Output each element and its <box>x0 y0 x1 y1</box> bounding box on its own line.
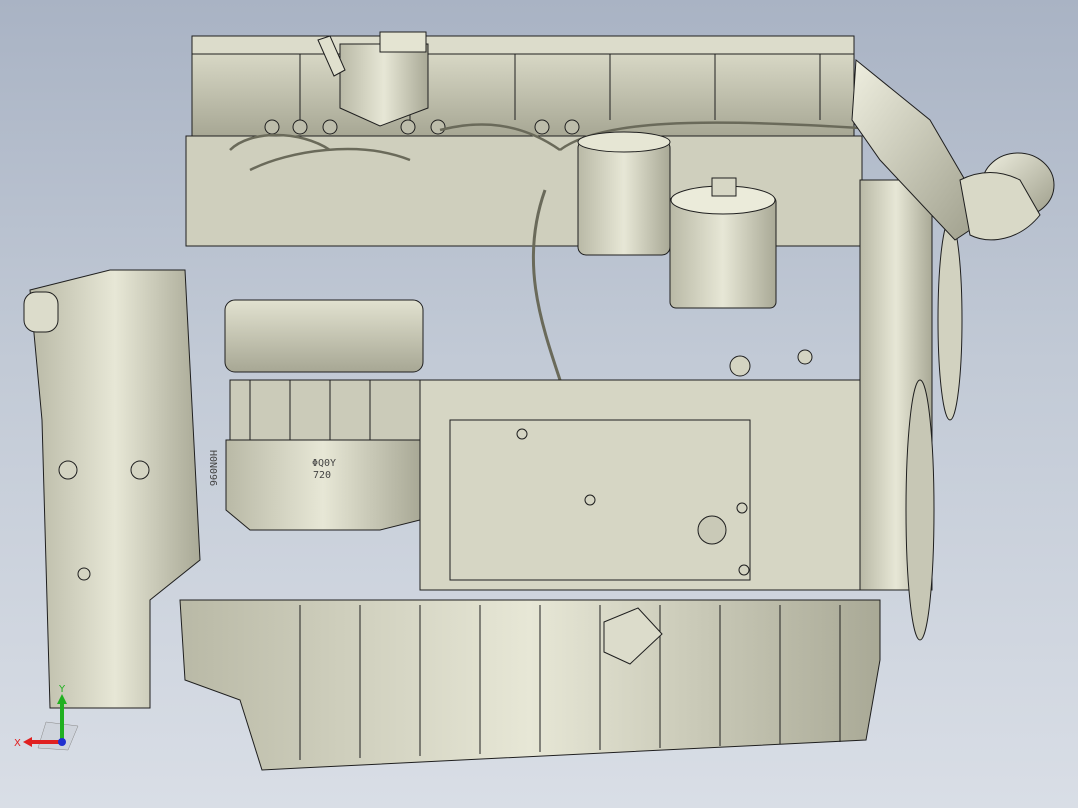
triad-base <box>37 721 79 751</box>
y-axis-head <box>57 694 67 704</box>
housing-boss-3 <box>77 567 91 581</box>
front-pulley <box>937 219 963 421</box>
x-axis-label: X <box>14 738 21 749</box>
air-compressor-head <box>224 299 424 373</box>
cad-viewport[interactable]: ΦQ0Y 720 H0N096 Y X <box>0 0 1078 808</box>
housing-boss-1 <box>58 460 78 480</box>
fuel-filter-1-top <box>577 131 671 153</box>
block-plug <box>697 515 727 545</box>
lifting-eye <box>23 291 59 333</box>
x-axis-head <box>23 737 32 747</box>
air-compressor-body <box>229 379 421 441</box>
filler-neck <box>379 31 427 53</box>
engine-block <box>419 379 863 591</box>
compressor-side-stamp: H0N096 <box>207 450 218 486</box>
axis-triad: Y X <box>10 680 80 760</box>
z-axis-dot <box>58 738 66 746</box>
crank-pulley <box>905 379 935 641</box>
y-axis-label: Y <box>58 684 66 695</box>
flywheel-housing <box>29 269 201 709</box>
engine-3d-model[interactable]: ΦQ0Y 720 H0N096 <box>0 0 1078 808</box>
oil-filter-nut <box>711 177 737 197</box>
compressor-crankcase <box>225 439 421 531</box>
housing-boss-2 <box>130 460 150 480</box>
cover-rail <box>191 35 855 55</box>
compressor-stamp-text: ΦQ0Y <box>312 458 336 469</box>
oil-pan <box>179 599 881 771</box>
compressor-stamp-number: 720 <box>313 470 331 481</box>
fuel-filter-1 <box>577 139 671 256</box>
